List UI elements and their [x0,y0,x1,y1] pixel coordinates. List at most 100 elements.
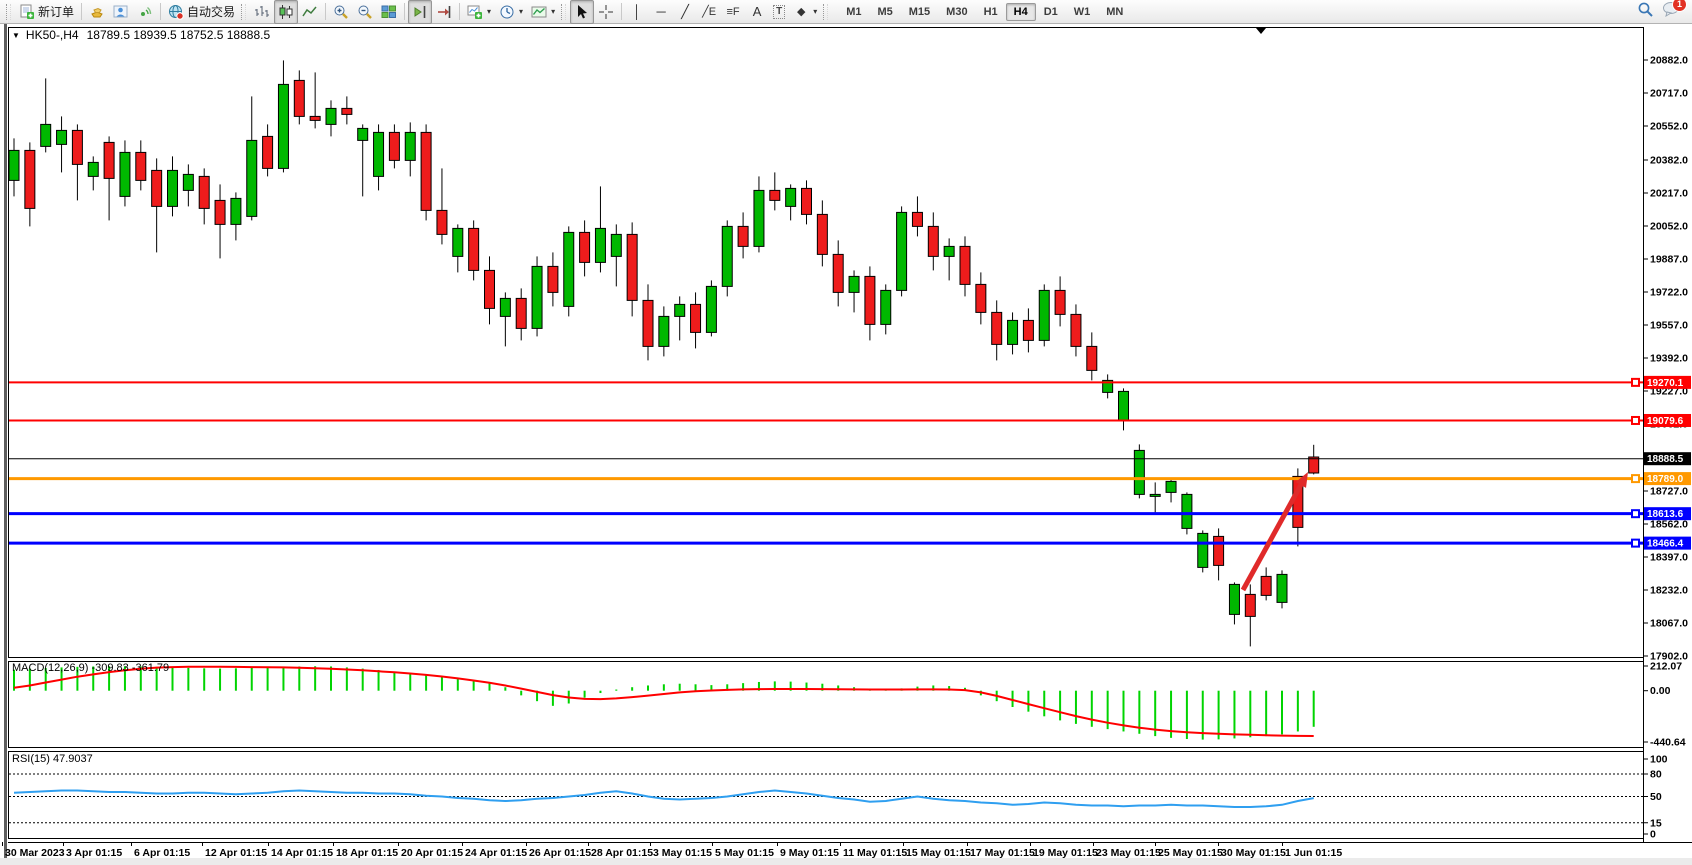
clock-icon [499,4,515,20]
timeframe-button-H4[interactable]: H4 [1006,3,1036,21]
svg-text:3 Apr 01:15: 3 Apr 01:15 [66,847,122,859]
svg-text:-440.64: -440.64 [1650,737,1686,749]
line-chart-button[interactable] [298,0,322,24]
chart-window: 20882.020717.020552.020382.020217.020052… [0,24,1692,865]
fibonacci-icon: ≡F [725,4,741,20]
crosshair-button[interactable] [594,0,618,24]
svg-text:18562.0: 18562.0 [1650,519,1688,531]
svg-text:26 Apr 01:15: 26 Apr 01:15 [529,847,591,859]
svg-text:20382.0: 20382.0 [1650,155,1688,167]
arrows-dropdown[interactable]: ◆ ▾ [789,0,821,24]
vertical-line-button[interactable]: │ [625,0,649,24]
price-axis[interactable]: 20882.020717.020552.020382.020217.020052… [1643,55,1688,663]
svg-text:3 May 01:15: 3 May 01:15 [653,847,712,859]
rsi-panel [9,752,1644,839]
svg-text:18888.5: 18888.5 [1647,454,1684,465]
time-axis[interactable]: 30 Mar 20233 Apr 01:15 6 Apr 01:15 12 Apr … [3,842,1692,859]
toolbar-right-group: 1 [1637,1,1688,23]
svg-text:18789.0: 18789.0 [1647,474,1684,485]
chevron-down-icon: ▾ [519,8,523,16]
toolbar-separator [160,3,161,20]
vertical-line-icon: │ [629,4,645,20]
svg-text:20 Apr 01:15: 20 Apr 01:15 [401,847,463,859]
toolbar-grip[interactable] [561,4,566,20]
chevron-down-icon[interactable]: ▼ [12,31,20,40]
timeframe-button-D1[interactable]: D1 [1036,3,1066,21]
timeframe-button-W1[interactable]: W1 [1066,3,1099,21]
tile-windows-button[interactable] [377,0,401,24]
timeframe-button-M1[interactable]: M1 [838,3,869,21]
timeframe-button-M30[interactable]: M30 [938,3,975,21]
auto-scroll-button[interactable] [432,0,456,24]
candlestick-chart-button[interactable] [274,0,298,24]
zoom-out-icon [357,4,373,20]
text-label-icon: T [773,5,785,19]
horizontal-line-button[interactable]: ─ [649,0,673,24]
svg-text:23 May 01:15: 23 May 01:15 [1096,847,1161,859]
templates-dropdown[interactable]: ▾ [527,0,559,24]
text-button[interactable]: A [745,0,769,24]
svg-text:50: 50 [1650,791,1662,803]
toolbar-grip[interactable] [823,4,828,20]
rsi-indicator-label: RSI(15) 47.9037 [12,753,93,765]
text-label-button[interactable]: T [769,0,789,24]
svg-text:25 May 01:15: 25 May 01:15 [1158,847,1223,859]
toolbar-separator [404,3,405,20]
timeframe-button-H1[interactable]: H1 [976,3,1006,21]
svg-text:30 Mar 2023: 30 Mar 2023 [5,847,65,859]
shift-end-icon [412,4,428,20]
new-order-button[interactable]: 新订单 [15,0,78,24]
signals-button[interactable] [133,0,157,24]
notifications-button[interactable]: 1 [1662,1,1680,22]
toolbar-grip[interactable] [241,4,246,20]
svg-text:6 Apr 01:15: 6 Apr 01:15 [134,847,190,859]
horizontal-line-icon: ─ [653,4,669,20]
auto-trading-button[interactable]: 自动交易 [164,0,239,24]
fibonacci-button[interactable]: ≡F [721,0,745,24]
equidistant-channel-button[interactable]: ╱E [697,0,721,24]
auto-trading-label: 自动交易 [187,3,235,20]
svg-text:0.00: 0.00 [1650,685,1671,697]
community-button[interactable] [109,0,133,24]
search-icon[interactable] [1637,1,1654,23]
new-chart-icon [467,4,483,20]
shift-end-button[interactable] [408,0,432,24]
toolbar-grip[interactable] [6,4,11,20]
periods-dropdown[interactable]: ▾ [495,0,527,24]
macd-indicator-label: MACD(12,26,9) -309.83 -361.79 [12,662,169,674]
main-price-panel [9,28,1644,658]
chart-area[interactable]: 20882.020717.020552.020382.020217.020052… [0,24,1692,865]
svg-text:19 May 01:15: 19 May 01:15 [1033,847,1098,859]
svg-text:15: 15 [1650,817,1662,829]
new-chart-dropdown[interactable]: ▾ [463,0,495,24]
svg-text:12 Apr 01:15: 12 Apr 01:15 [205,847,267,859]
svg-text:20217.0: 20217.0 [1650,188,1688,200]
svg-text:5 May 01:15: 5 May 01:15 [715,847,774,859]
svg-text:100: 100 [1650,754,1668,766]
zoom-in-icon [333,4,349,20]
application-window: 新订单 [0,0,1692,865]
zoom-out-button[interactable] [353,0,377,24]
bar-chart-button[interactable] [250,0,274,24]
notification-badge: 1 [1672,0,1687,12]
timeframe-button-M15[interactable]: M15 [901,3,938,21]
arrows-icon: ◆ [793,4,809,20]
market-watch-button[interactable] [85,0,109,24]
svg-text:80: 80 [1650,769,1662,781]
toolbar-separator [81,3,82,20]
timeframe-button-MN[interactable]: MN [1098,3,1131,21]
auto-trading-icon [168,4,184,20]
symbol-period-label: HK50-,H4 [26,28,79,42]
svg-text:24 Apr 01:15: 24 Apr 01:15 [465,847,527,859]
zoom-in-button[interactable] [329,0,353,24]
svg-text:18466.4: 18466.4 [1647,539,1684,550]
trendline-button[interactable]: ╱ [673,0,697,24]
chart-title: ▼ HK50-,H4 18789.5 18939.5 18752.5 18888… [12,28,270,42]
candlestick-chart-icon [278,4,294,20]
timeframe-button-M5[interactable]: M5 [869,3,900,21]
cursor-button[interactable] [570,0,594,24]
svg-text:11 May 01:15: 11 May 01:15 [843,847,907,859]
text-icon: A [749,4,765,20]
timeframe-toolbar: M1M5M15M30H1H4D1W1MN [838,3,1131,21]
line-chart-icon [302,4,318,20]
